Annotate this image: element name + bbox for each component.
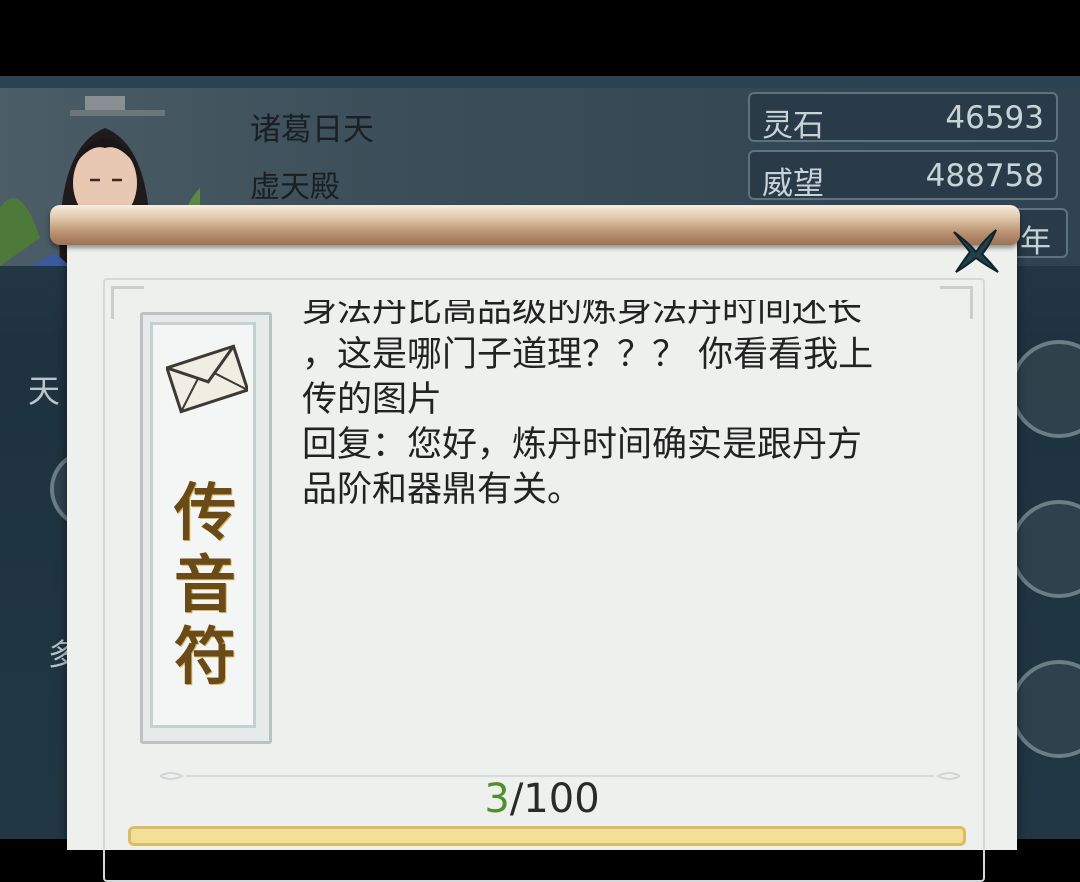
message-line: 身法丹比高品级的炼身法丹时间还长 [302, 300, 863, 330]
talisman-card: 传 音 符 [140, 312, 272, 744]
counter-current: 3 [484, 776, 510, 822]
resource-label: 灵石 [762, 108, 824, 144]
corner-ornament [940, 286, 973, 319]
side-menu-label[interactable]: 天 [28, 366, 60, 412]
player-sect: 虚天殿 [250, 170, 340, 205]
scroll-roller [50, 205, 1020, 245]
counter-total: /100 [509, 776, 600, 822]
message-counter: 3/100 [67, 776, 1017, 822]
resource-partial-label: 年 [1020, 224, 1051, 258]
resource-value: 46593 [945, 100, 1044, 136]
message-line: 传的图片 [302, 380, 443, 420]
player-name: 诸葛日天 [250, 112, 374, 148]
message-text: 身法丹比高品级的炼身法丹时间还长 ，这是哪门子道理？？？ 你看看我上 传的图片 … [302, 300, 942, 530]
message-line: ，这是哪门子道理？？？ 你看看我上 [302, 335, 874, 375]
talisman-char: 符 [173, 620, 236, 693]
message-line: 品阶和器鼎有关。 [302, 470, 583, 510]
resource-label: 威望 [762, 166, 824, 202]
close-icon [953, 229, 999, 273]
resource-spirit-stone: 灵石 46593 [748, 92, 1058, 144]
resource-prestige: 威望 488758 [748, 150, 1058, 202]
close-button[interactable] [948, 222, 1002, 276]
status-bar [0, 0, 1080, 76]
envelope-icon [165, 342, 250, 418]
send-button[interactable] [128, 826, 966, 846]
resource-value: 488758 [925, 158, 1044, 194]
message-line: 回复：您好，炼丹时间确实是跟丹方 [302, 425, 863, 465]
